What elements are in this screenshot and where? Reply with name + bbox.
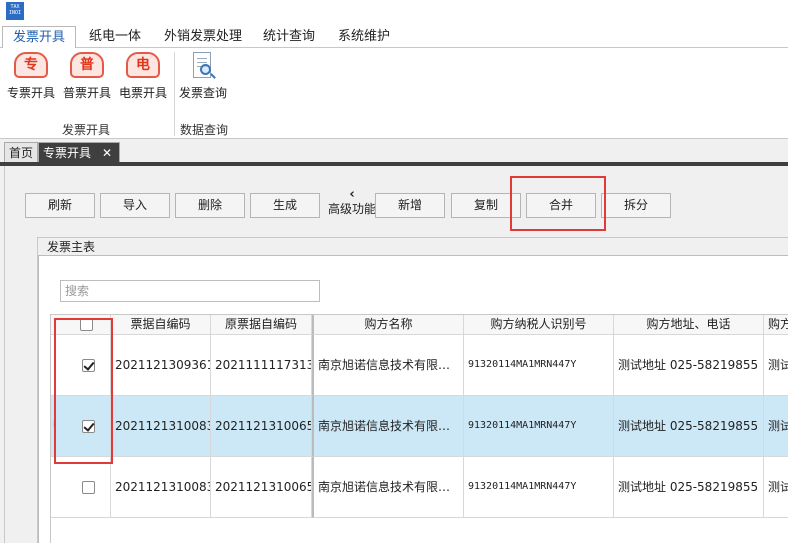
cell-extra: 测试 [764,457,788,518]
document-tab-bar: 首页 专票开具 ✕ [0,139,788,163]
row-select-cell [51,457,111,518]
cell-address: 测试地址 025-58219855 [614,396,764,457]
tab-special-invoice[interactable]: 专票开具 ✕ [38,142,120,163]
cell-code: 2021121309361… [111,335,211,396]
column-header[interactable]: 购方 [764,315,788,335]
cell-code: 2021121310083… [111,396,211,457]
generate-button[interactable]: 生成 [250,193,320,218]
special-invoice-label: 专票开具 [6,86,55,100]
cell-tax-id: 91320114MA1MRN447Y [464,335,614,396]
electronic-invoice-label: 电票开具 [118,86,167,100]
cell-extra: 测试 [764,335,788,396]
cell-buyer: 南京旭诺信息技术有限… [312,396,464,457]
split-button[interactable]: 拆分 [601,193,671,218]
cell-address: 测试地址 025-58219855 [614,457,764,518]
invoice-query-icon [190,52,216,82]
merge-highlight-box [510,176,606,231]
cell-tax-id: 91320114MA1MRN447Y [464,396,614,457]
title-bar: TAX INOI [0,0,788,26]
menu-tab-invoice-issue[interactable]: 发票开具 [2,26,77,49]
menu-tab-statistics[interactable]: 统计查询 [253,26,325,48]
ribbon: 专 专票开具 普 普票开具 电 电票开具 发票开具 发票查询 数据查询 [0,48,788,139]
advanced-functions-label: 高级功能 [327,202,376,216]
import-button[interactable]: 导入 [100,193,170,218]
normal-invoice-icon: 普 [70,52,104,78]
cell-orig-code: 2021111117313… [211,335,312,396]
cell-tax-id: 91320114MA1MRN447Y [464,457,614,518]
panel-title: 发票主表 [47,240,96,254]
cell-code: 2021121310083… [111,457,211,518]
advanced-functions-toggle[interactable]: ‹ 高级功能 [327,187,377,217]
column-header[interactable]: 购方地址、电话 [614,315,764,335]
special-invoice-icon: 专 [14,52,48,78]
cell-address: 测试地址 025-58219855 [614,335,764,396]
invoice-query-label: 发票查询 [178,86,227,100]
add-button[interactable]: 新增 [375,193,445,218]
close-icon[interactable]: ✕ [102,143,112,163]
column-header[interactable]: 购方名称 [312,315,464,335]
menu-tab-paper-electronic[interactable]: 纸电一体 [79,26,151,48]
special-invoice-button[interactable]: 专 专票开具 [2,52,60,104]
delete-button[interactable]: 删除 [175,193,245,218]
row-checkbox[interactable] [82,481,95,494]
menu-tab-system-maintenance[interactable]: 系统维护 [328,26,400,48]
menu-bar: 发票开具 纸电一体 外销发票处理 统计查询 系统维护 [0,26,788,49]
column-header[interactable]: 购方纳税人识别号 [464,315,614,335]
cell-orig-code: 2021121310065… [211,396,312,457]
invoice-query-button[interactable]: 发票查询 [174,52,232,104]
cell-buyer: 南京旭诺信息技术有限… [312,457,464,518]
refresh-button[interactable]: 刷新 [25,193,95,218]
checkbox-highlight-box [54,318,113,464]
search-input[interactable]: 搜索 [60,280,320,302]
normal-invoice-label: 普票开具 [62,86,111,100]
chevron-left-icon: ‹ [349,187,355,202]
ribbon-group-issue-label: 发票开具 [62,123,111,137]
tab-special-invoice-label: 专票开具 [43,146,92,160]
tab-home[interactable]: 首页 [4,142,38,163]
cell-extra: 测试 [764,396,788,457]
electronic-invoice-icon: 电 [126,52,160,78]
ribbon-group-query-label: 数据查询 [180,123,229,137]
invoice-table: 票据自编码 原票据自编码 购方名称 购方纳税人识别号 购方地址、电话 购方 20… [50,314,788,543]
cell-orig-code: 2021121310065… [211,457,312,518]
column-header[interactable]: 票据自编码 [111,315,211,335]
menu-tab-export-invoice[interactable]: 外销发票处理 [154,26,252,48]
cell-buyer: 南京旭诺信息技术有限… [312,335,464,396]
panel-top-border [38,237,788,238]
electronic-invoice-button[interactable]: 电 电票开具 [114,52,172,104]
column-header[interactable]: 原票据自编码 [211,315,312,335]
normal-invoice-button[interactable]: 普 普票开具 [58,52,116,104]
app-logo-icon: TAX INOI [6,2,24,20]
